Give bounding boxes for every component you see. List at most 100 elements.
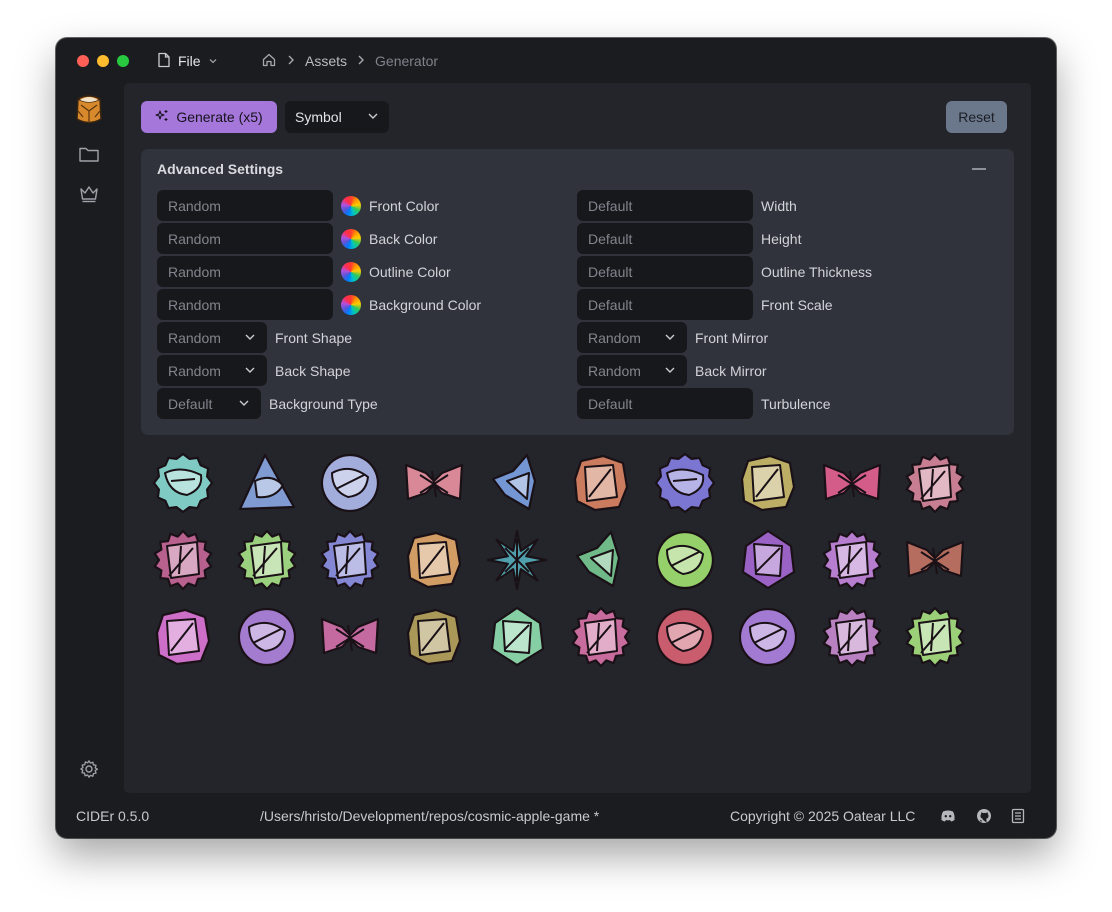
generated-symbol[interactable] <box>903 451 967 515</box>
home-icon[interactable] <box>261 52 277 71</box>
collapse-panel-button[interactable] <box>972 168 986 170</box>
setting-select[interactable]: Random <box>577 322 687 353</box>
chevron-right-icon <box>356 53 366 69</box>
setting-select[interactable]: Random <box>157 322 267 353</box>
generated-symbol[interactable] <box>318 528 382 592</box>
setting-row: Random Back Color <box>157 223 437 254</box>
color-picker-icon[interactable] <box>341 261 361 282</box>
setting-row: Default Background Type <box>157 388 378 419</box>
setting-select[interactable]: Default <box>157 388 261 419</box>
generated-symbol[interactable] <box>903 605 967 669</box>
setting-input[interactable]: Default <box>577 223 753 254</box>
setting-select[interactable]: Random <box>577 355 687 386</box>
advanced-settings-title: Advanced Settings <box>157 161 284 177</box>
generated-symbol[interactable] <box>820 605 884 669</box>
generated-symbol[interactable] <box>235 528 299 592</box>
generated-symbol[interactable] <box>318 451 382 515</box>
setting-label: Front Shape <box>275 329 353 346</box>
setting-input[interactable]: Default <box>577 190 753 221</box>
setting-row: Default Height <box>577 223 801 254</box>
setting-label: Width <box>761 197 797 214</box>
setting-row: Random Front Color <box>157 190 439 221</box>
settings-gear-icon[interactable] <box>77 757 101 781</box>
setting-input[interactable]: Default <box>577 256 753 287</box>
setting-label: Back Color <box>369 230 438 247</box>
setting-label: Turbulence <box>761 395 831 412</box>
generated-symbol[interactable] <box>820 528 884 592</box>
setting-label: Front Color <box>369 197 440 214</box>
chevron-right-icon <box>286 53 296 69</box>
chevron-down-icon <box>664 363 676 379</box>
generated-symbol[interactable] <box>903 528 967 592</box>
discord-icon[interactable] <box>940 806 956 826</box>
setting-value: Random <box>588 329 641 346</box>
setting-value: Random <box>168 197 221 214</box>
setting-value: Random <box>168 296 221 313</box>
setting-input[interactable]: Random <box>157 190 333 221</box>
generated-symbol[interactable] <box>820 451 884 515</box>
minimize-window-button[interactable] <box>97 55 109 67</box>
generated-symbol[interactable] <box>485 451 549 515</box>
generated-symbol[interactable] <box>402 451 466 515</box>
setting-label: Height <box>761 230 802 247</box>
generated-symbol[interactable] <box>151 528 215 592</box>
sparkles-icon <box>155 109 169 126</box>
breadcrumb: Assets Generator <box>261 51 438 71</box>
color-picker-icon[interactable] <box>341 195 361 216</box>
setting-input[interactable]: Default <box>577 388 753 419</box>
file-menu[interactable]: File <box>157 51 218 71</box>
setting-value: Random <box>168 230 221 247</box>
setting-row: Random Outline Color <box>157 256 451 287</box>
generated-symbol[interactable] <box>402 528 466 592</box>
generated-symbol[interactable] <box>485 605 549 669</box>
generated-symbol[interactable] <box>569 528 633 592</box>
chevron-down-icon <box>244 363 256 379</box>
generated-symbol[interactable] <box>736 605 800 669</box>
symbol-type-select[interactable]: Symbol <box>285 101 389 133</box>
generated-symbol[interactable] <box>736 528 800 592</box>
setting-value: Random <box>588 362 641 379</box>
setting-value: Random <box>168 329 221 346</box>
setting-label: Background Type <box>269 395 378 412</box>
reset-button[interactable]: Reset <box>946 101 1007 133</box>
generated-symbol[interactable] <box>569 605 633 669</box>
generated-symbol[interactable] <box>402 605 466 669</box>
setting-row: Random Back Shape <box>157 355 351 386</box>
generated-symbol[interactable] <box>653 528 717 592</box>
breadcrumb-assets[interactable]: Assets <box>305 53 347 69</box>
copyright-text: Copyright © 2025 Oatear LLC <box>730 808 916 824</box>
setting-input[interactable]: Default <box>577 289 753 320</box>
close-window-button[interactable] <box>77 55 89 67</box>
app-logo-icon[interactable] <box>74 90 104 130</box>
generated-symbol[interactable] <box>569 451 633 515</box>
generated-symbol[interactable] <box>653 605 717 669</box>
setting-select[interactable]: Random <box>157 355 267 386</box>
setting-row: Default Turbulence <box>577 388 831 419</box>
color-picker-icon[interactable] <box>341 228 361 249</box>
crown-icon[interactable] <box>77 182 101 206</box>
folder-icon[interactable] <box>77 142 101 166</box>
color-picker-icon[interactable] <box>341 294 361 315</box>
symbol-select-value: Symbol <box>295 109 342 125</box>
setting-label: Back Mirror <box>695 362 767 379</box>
setting-value: Default <box>588 296 633 313</box>
generated-symbol[interactable] <box>151 451 215 515</box>
generated-symbol[interactable] <box>151 605 215 669</box>
setting-input[interactable]: Random <box>157 223 333 254</box>
generate-button[interactable]: Generate (x5) <box>141 101 277 133</box>
setting-input[interactable]: Random <box>157 256 333 287</box>
setting-row: Random Front Shape <box>157 322 352 353</box>
generated-symbol[interactable] <box>736 451 800 515</box>
generated-symbol[interactable] <box>235 605 299 669</box>
docs-icon[interactable] <box>1011 806 1025 826</box>
setting-input[interactable]: Random <box>157 289 333 320</box>
github-icon[interactable] <box>976 806 992 826</box>
setting-label: Outline Color <box>369 263 451 280</box>
generated-symbol[interactable] <box>653 451 717 515</box>
setting-value: Default <box>588 395 633 412</box>
zoom-window-button[interactable] <box>117 55 129 67</box>
advanced-settings-panel: Advanced Settings Random Front Color Rando… <box>141 149 1014 435</box>
generated-symbol[interactable] <box>235 451 299 515</box>
generated-symbol[interactable] <box>318 605 382 669</box>
generated-symbol[interactable] <box>485 528 549 592</box>
